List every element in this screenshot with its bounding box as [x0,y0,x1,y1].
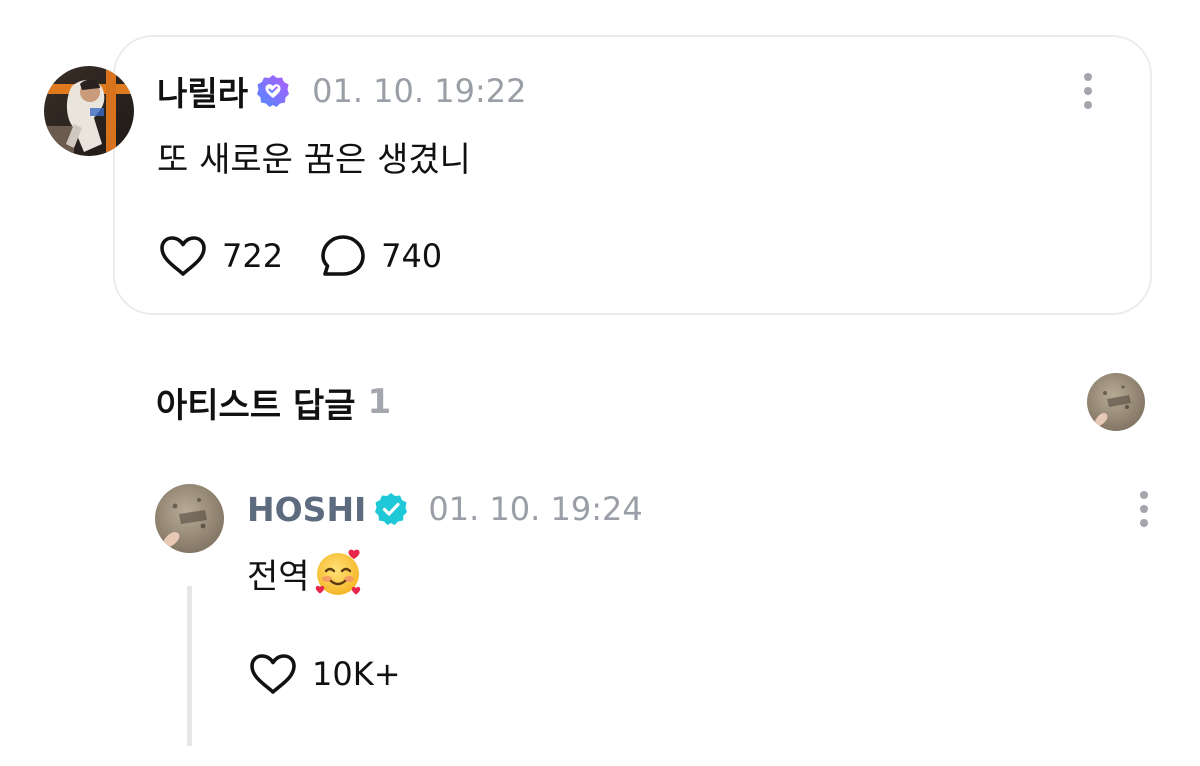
post-body-text: 또 새로운 꿈은 생겼니 [157,140,471,180]
reply-header: HOSHI 01. 10. 19:24 [247,486,643,532]
reply-thread-line [187,586,192,746]
artist-replies-header: 아티스트 답글 1 [156,378,391,426]
post-author-name[interactable]: 나릴라 [157,67,248,115]
heart-icon [250,654,296,694]
reply-body: 전역 [247,546,364,600]
post-comment-count: 740 [381,237,443,275]
reply-author-name[interactable]: HOSHI [247,490,366,529]
artist-replies-count: 1 [367,382,392,422]
reply-author-avatar[interactable] [155,484,224,553]
reply-like-count: 10K+ [312,655,401,693]
post-comment-button[interactable]: 740 [319,233,442,279]
avatar-photo [1087,373,1145,431]
post-timestamp: 01. 10. 19:22 [312,72,527,110]
post-like-count: 722 [222,237,284,275]
post-like-button[interactable]: 722 [158,234,283,278]
artist-replies-title: 아티스트 답글 [156,385,356,426]
verified-check-icon [374,492,408,526]
artist-avatar[interactable] [1087,373,1145,431]
post-header: 나릴라 01. 10. 19:22 [157,68,526,114]
avatar-photo [155,484,224,553]
reply-timestamp: 01. 10. 19:24 [428,490,643,528]
heart-verified-icon [256,74,290,108]
post-actions-bar: 722 740 [158,232,442,280]
reply-like-button[interactable]: 10K+ [248,652,401,696]
smiling-face-with-hearts-icon [312,547,364,599]
reply-actions-bar: 10K+ [248,650,401,698]
avatar-photo [44,66,134,156]
comment-bubble-icon [321,235,365,276]
post-more-options-icon[interactable] [1080,72,1096,110]
reply-body-text: 전역 [247,556,310,597]
reply-more-options-icon[interactable] [1136,490,1152,528]
post-author-avatar[interactable] [44,66,134,156]
heart-icon [160,236,206,276]
